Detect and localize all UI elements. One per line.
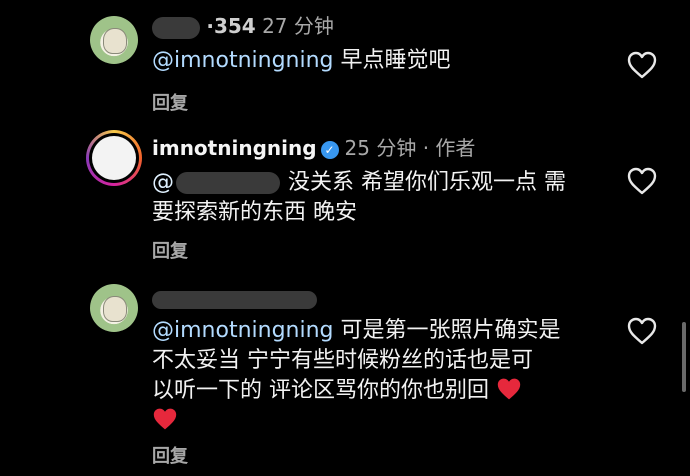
comment-username[interactable]: ·354	[206, 14, 255, 38]
comment-text: @imnotningning 可是第一张照片确实是 不太妥当 宁宁有些时候粉丝的…	[152, 316, 602, 436]
comment-text: @imnotningning 早点睡觉吧	[152, 46, 602, 76]
comment-body-line-3: 以听一下的 评论区骂你的你也别回	[152, 378, 489, 403]
comment-username[interactable]: imnotningning	[152, 136, 317, 160]
cartoon-face-icon	[103, 296, 127, 322]
comment-meta: imnotningning ✓ 25 分钟 · 作者	[152, 136, 475, 160]
separator-dot: ·	[422, 136, 430, 160]
comment-body-line-1: 没关系 希望你们乐观一点 需	[288, 170, 566, 195]
author-avatar[interactable]	[86, 130, 142, 186]
mention-link[interactable]: @imnotningning	[152, 318, 334, 343]
verified-check-icon: ✓	[320, 141, 339, 159]
comment-meta: ·354 27 分钟	[152, 14, 334, 39]
comment-meta	[152, 286, 317, 310]
author-tag: 作者	[435, 136, 476, 160]
reply-button[interactable]: 回复	[152, 89, 188, 115]
comment-body-line-1: 可是第一张照片确实是	[333, 318, 561, 343]
scrollbar-thumb[interactable]	[682, 322, 686, 392]
commenter-avatar[interactable]	[90, 16, 138, 64]
blurred-mention	[176, 172, 280, 194]
heart-outline-icon[interactable]	[626, 50, 658, 80]
heart-outline-icon[interactable]	[626, 316, 658, 346]
blurred-username	[152, 16, 200, 39]
comment-body-line-2: 要探索新的东西 晚安	[152, 200, 357, 225]
red-heart-emoji	[497, 378, 521, 400]
cartoon-face-icon	[103, 28, 127, 54]
profile-photo	[92, 136, 136, 180]
comment-text: @ 没关系 希望你们乐观一点 需 要探索新的东西 晚安	[152, 168, 602, 228]
heart-outline-icon[interactable]	[626, 166, 658, 196]
reply-button[interactable]: 回复	[152, 442, 188, 468]
mention-link[interactable]: @	[152, 170, 174, 195]
reply-button[interactable]: 回复	[152, 237, 188, 263]
mention-link[interactable]: @imnotningning	[152, 48, 334, 73]
comment-body-line-2: 不太妥当 宁宁有些时候粉丝的话也是可	[152, 348, 533, 373]
comment-body: 早点睡觉吧	[333, 48, 451, 73]
red-heart-emoji	[153, 408, 177, 430]
commenter-avatar[interactable]	[90, 284, 138, 332]
blurred-username	[152, 290, 317, 309]
comment-time: 27 分钟	[262, 14, 334, 38]
comment-time: 25 分钟	[344, 136, 417, 160]
